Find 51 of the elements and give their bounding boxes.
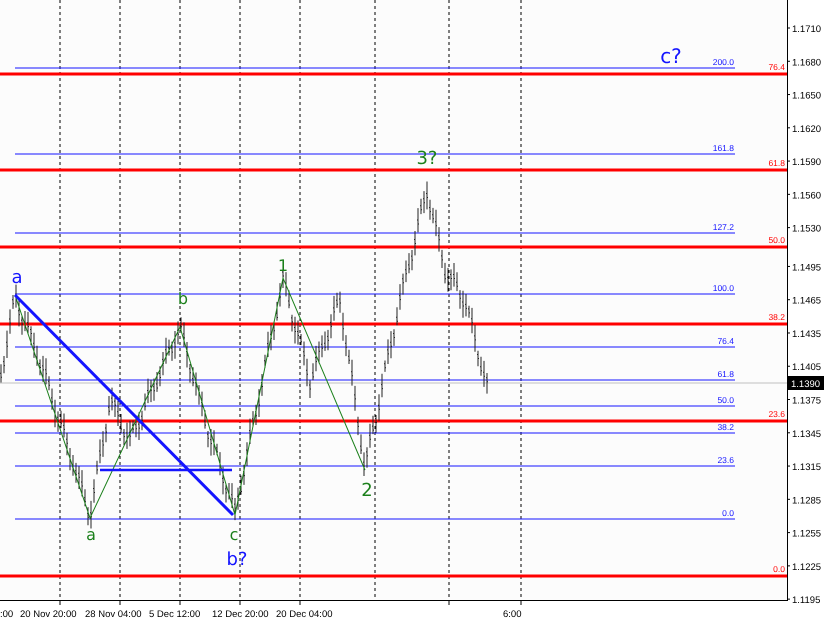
time-label: 6:00 xyxy=(503,609,522,620)
wave-label: 1 xyxy=(278,256,288,275)
level-label: 50.0 xyxy=(717,395,734,405)
price-label: 1.1315 xyxy=(792,462,822,474)
price-label: 1.1255 xyxy=(792,528,822,540)
level-label: 23.6 xyxy=(717,455,734,465)
current-price-badge: 1.1390 xyxy=(788,376,824,390)
level-label: 50.0 xyxy=(768,235,785,245)
time-label: 20 Nov 20:00 xyxy=(20,609,77,620)
level-label: 0.0 xyxy=(773,564,785,574)
time-label: 20 Dec 04:00 xyxy=(276,609,333,620)
price-label: 1.1560 xyxy=(792,190,822,202)
level-label: 200.0 xyxy=(712,57,734,67)
price-label: 1.1590 xyxy=(792,157,822,168)
wave-label: c? xyxy=(660,44,682,68)
price-label: 1.1345 xyxy=(792,428,822,440)
price-label: 1.1680 xyxy=(792,57,822,68)
wave-label: 2 xyxy=(361,480,373,501)
level-label: 61.8 xyxy=(768,158,785,168)
level-label: 76.4 xyxy=(717,336,734,346)
price-label: 1.1650 xyxy=(792,90,822,102)
price-label: 1.1495 xyxy=(792,262,822,274)
price-label: 1.1620 xyxy=(792,124,822,135)
price-label: 1.1285 xyxy=(792,495,822,506)
level-label: 0.0 xyxy=(722,508,734,518)
time-label: 28 Nov 04:00 xyxy=(85,609,142,620)
price-label: 1.1465 xyxy=(792,296,822,307)
level-label: 127.2 xyxy=(712,222,734,232)
level-label: 38.2 xyxy=(768,312,785,322)
time-label: 12 Dec 20:00 xyxy=(212,609,269,620)
wave-label: b? xyxy=(226,549,248,570)
price-label: 1.1530 xyxy=(792,224,822,235)
price-label: 1.1405 xyxy=(792,362,822,374)
wave-label: b xyxy=(178,289,188,308)
price-label: 1.1435 xyxy=(792,328,822,340)
wave-label: a xyxy=(86,525,96,544)
price-label: 1.1375 xyxy=(792,396,822,407)
level-label: 161.8 xyxy=(712,143,734,153)
level-label: 61.8 xyxy=(717,369,734,379)
time-label: :00 xyxy=(0,609,14,620)
price-label: 1.1710 xyxy=(792,24,822,35)
wave-label: a xyxy=(11,267,23,288)
time-label: 5 Dec 12:00 xyxy=(149,609,200,620)
level-label: 76.4 xyxy=(768,62,785,72)
wave-label: c xyxy=(230,525,238,544)
level-label: 23.6 xyxy=(768,409,785,419)
price-label: 1.1225 xyxy=(792,562,822,573)
wave-label: 3? xyxy=(416,148,438,169)
level-label: 38.2 xyxy=(717,422,734,432)
level-label: 100.0 xyxy=(712,283,734,293)
price-label: 1.1195 xyxy=(792,595,820,606)
